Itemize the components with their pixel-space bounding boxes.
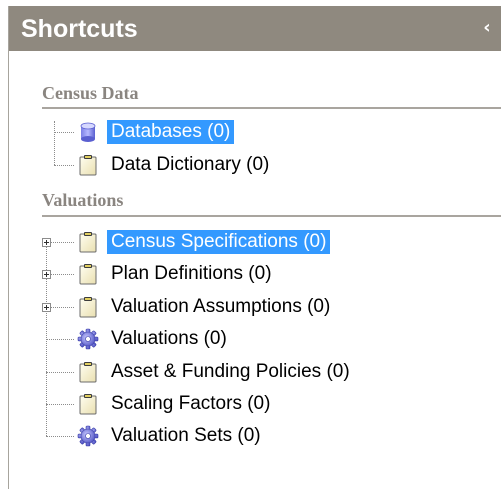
tree-node-label[interactable]: Census Specifications (0) <box>107 230 331 254</box>
tree-node-label[interactable]: Plan Definitions (0) <box>107 262 276 286</box>
expand-toggle[interactable] <box>42 303 51 312</box>
tree-connector <box>54 165 74 166</box>
clipboard-icon <box>79 362 97 383</box>
tree-connector <box>54 121 55 165</box>
expand-toggle[interactable] <box>42 238 51 247</box>
gear-icon <box>77 328 99 350</box>
tree-node-label[interactable]: Databases (0) <box>107 120 235 144</box>
tree-connector <box>46 372 74 373</box>
clipboard-icon <box>79 232 97 253</box>
tree-node-label[interactable]: Asset & Funding Policies (0) <box>107 360 354 384</box>
expand-toggle[interactable] <box>42 270 51 279</box>
collapse-panel-button[interactable]: ‹ <box>478 17 496 39</box>
section-divider <box>42 215 501 217</box>
gear-icon <box>77 425 99 447</box>
clipboard-icon <box>79 394 97 415</box>
tree-node-label[interactable]: Valuations (0) <box>107 327 231 351</box>
tree-connector <box>46 404 74 405</box>
clipboard-icon <box>79 155 97 176</box>
tree-connector <box>46 339 74 340</box>
section-divider <box>42 107 501 109</box>
tree-connector <box>54 132 74 133</box>
panel-header: Shortcuts ‹ <box>9 6 501 51</box>
tree-node-label[interactable]: Scaling Factors (0) <box>107 392 274 416</box>
section-title-census-data: Census Data <box>42 83 139 103</box>
shortcuts-panel: Shortcuts ‹ Census Data Databases (0) Da… <box>8 6 501 489</box>
database-icon <box>80 122 96 142</box>
tree-node-label[interactable]: Data Dictionary (0) <box>107 153 273 177</box>
tree-connector <box>46 238 47 436</box>
tree-node-label[interactable]: Valuation Assumptions (0) <box>107 295 334 319</box>
tree-connector <box>46 436 74 437</box>
tree-node-label[interactable]: Valuation Sets (0) <box>107 424 265 448</box>
panel-title: Shortcuts <box>21 15 138 43</box>
clipboard-icon <box>79 264 97 285</box>
section-title-valuations: Valuations <box>42 190 124 210</box>
clipboard-icon <box>79 297 97 318</box>
